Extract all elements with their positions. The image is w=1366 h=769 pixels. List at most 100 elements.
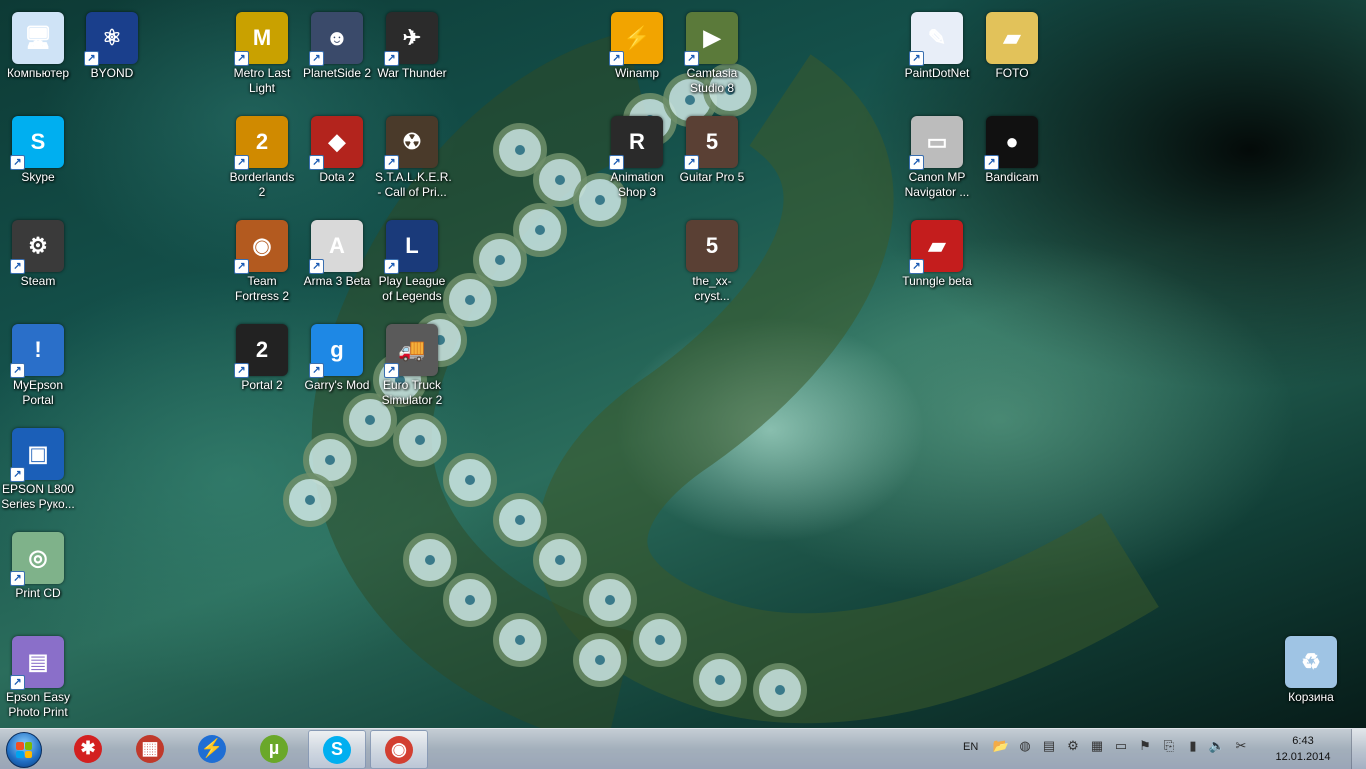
desktop-shortcut[interactable]: ◎ ↗ Print CD <box>0 526 76 601</box>
folder-tray-icon[interactable]: 📂 <box>992 737 1010 755</box>
desktop-shortcut[interactable]: 5 ↗ Guitar Pro 5 <box>674 110 750 185</box>
tentacle-sucker-center <box>655 635 665 645</box>
desktop-shortcut-label: Euro Truck Simulator 2 <box>381 378 443 407</box>
network-tray-icon[interactable]: ◍ <box>1016 737 1034 755</box>
taskbar-app-red[interactable]: ✱ <box>60 730 116 767</box>
tool-tray-icon[interactable]: ✂ <box>1232 737 1250 755</box>
desktop-shortcut[interactable]: ✎ ↗ PaintDotNet <box>899 6 975 81</box>
desktop-shortcut[interactable]: ! ↗ MyEpson Portal <box>0 318 76 408</box>
desktop-shortcut[interactable]: 2 ↗ Portal 2 <box>224 318 300 393</box>
desktop-shortcut[interactable]: ⚙ ↗ Steam <box>0 214 76 289</box>
planetside-icon: ☻ ↗ <box>309 12 363 66</box>
epson-photo-icon: ▤ ↗ <box>10 636 64 690</box>
recycle-bin-icon: ♻ <box>1285 636 1337 688</box>
tentacle-sucker-center <box>595 655 605 665</box>
desktop-shortcut-label: Garry's Mod <box>304 378 370 392</box>
shortcut-arrow-icon: ↗ <box>10 259 25 274</box>
volume-tray-icon[interactable]: 🔈 <box>1208 737 1226 755</box>
computer-icon: 🖥 <box>12 12 64 64</box>
start-button[interactable] <box>4 731 44 768</box>
shortcut-arrow-icon: ↗ <box>234 51 249 66</box>
tentacle-sucker-center <box>365 415 375 425</box>
tentacle-sucker-center <box>325 455 335 465</box>
skype-icon: S <box>323 735 351 764</box>
desktop-shortcut-label: Компьютер <box>6 66 70 80</box>
desktop-shortcut-label: Arma 3 Beta <box>303 274 371 288</box>
taskbar-app-skype[interactable]: S <box>308 730 366 769</box>
red-icon: ✱ <box>74 734 102 763</box>
desktop-shortcut[interactable]: ✈ ↗ War Thunder <box>374 6 450 81</box>
animation-shop-icon: R ↗ <box>609 116 663 170</box>
desktop-shortcut[interactable]: R ↗ Animation Shop 3 <box>599 110 675 200</box>
desktop-shortcut-label: Tunngle beta <box>902 274 972 288</box>
shortcut-arrow-icon: ↗ <box>684 155 699 170</box>
desktop-shortcut[interactable]: ▰ FOTO <box>974 6 1050 81</box>
desktop-shortcut[interactable]: ☢ ↗ S.T.A.L.K.E.R. - Call of Pri... <box>374 110 452 200</box>
show-desktop-button[interactable] <box>1351 729 1366 769</box>
signal-tray-icon[interactable]: ▮ <box>1184 737 1202 755</box>
desktop-shortcut-label: S.T.A.L.K.E.R. - Call of Pri... <box>375 170 452 199</box>
desktop-shortcut[interactable]: g ↗ Garry's Mod <box>299 318 375 393</box>
desktop-shortcut[interactable]: 2 ↗ Borderlands 2 <box>224 110 300 200</box>
monitor-tray-icon[interactable]: ▭ <box>1112 737 1130 755</box>
taskbar-app-utorrent[interactable]: µ <box>246 730 302 767</box>
desktop-shortcut-label: Корзина <box>1288 690 1334 704</box>
shortcut-arrow-icon: ↗ <box>309 363 324 378</box>
calendar-icon: ▦ <box>136 734 164 763</box>
tentacle-sucker-center <box>415 435 425 445</box>
shortcut-arrow-icon: ↗ <box>384 51 399 66</box>
desktop-shortcut[interactable]: ▤ ↗ Epson Easy Photo Print <box>0 630 76 720</box>
shortcut-arrow-icon: ↗ <box>384 259 399 274</box>
taskbar-app-calendar[interactable]: ▦ <box>122 730 178 767</box>
desktop-shortcut-label: PlanetSide 2 <box>302 66 372 80</box>
desktop-shortcut[interactable]: ⚛ ↗ BYOND <box>74 6 150 81</box>
desktop-shortcut-label: EPSON L800 Series Руко... <box>1 482 75 511</box>
epson-manual-icon: ▣ ↗ <box>10 428 64 482</box>
language-indicator[interactable]: EN <box>963 741 978 753</box>
desktop-shortcut[interactable]: ▭ ↗ Canon MP Navigator ... <box>899 110 975 200</box>
tentacle-sucker-center <box>555 555 565 565</box>
lightning-icon: ⚡ <box>198 734 226 763</box>
window-tray-icon[interactable]: ▦ <box>1088 737 1106 755</box>
tentacle-sucker-center <box>425 555 435 565</box>
taskbar-app-chrome[interactable]: ◉ <box>370 730 428 769</box>
desktop-shortcut[interactable]: L ↗ Play League of Legends <box>374 214 450 304</box>
desktop-shortcut[interactable]: ⚡ ↗ Winamp <box>599 6 675 81</box>
desktop-shortcut[interactable]: ▣ ↗ EPSON L800 Series Руко... <box>0 422 76 512</box>
desktop-shortcut[interactable]: ☻ ↗ PlanetSide 2 <box>299 6 375 81</box>
clock-time: 6:43 <box>1292 735 1314 747</box>
desktop-shortcut[interactable]: 🚚 ↗ Euro Truck Simulator 2 <box>374 318 450 408</box>
desktop-shortcut[interactable]: A ↗ Arma 3 Beta <box>299 214 375 289</box>
desktop-shortcut[interactable]: S ↗ Skype <box>0 110 76 185</box>
note-tray-icon[interactable]: ▤ <box>1040 737 1058 755</box>
desktop-shortcut-label: Bandicam <box>985 170 1039 184</box>
flag-tray-icon[interactable]: ⚑ <box>1136 737 1154 755</box>
desktop-shortcut[interactable]: 🖥 Компьютер <box>0 6 76 81</box>
taskbar-app-lightning[interactable]: ⚡ <box>184 730 240 767</box>
shortcut-arrow-icon: ↗ <box>10 675 25 690</box>
desktop-shortcut-label: MyEpson Portal <box>12 378 64 407</box>
chrome-icon: ◉ <box>385 735 413 764</box>
desktop-shortcut[interactable]: 5 the_xx-cryst... <box>674 214 750 304</box>
desktop-shortcut[interactable]: ◆ ↗ Dota 2 <box>299 110 375 185</box>
guitar-pro-icon: 5 ↗ <box>684 116 738 170</box>
shortcut-arrow-icon: ↗ <box>609 51 624 66</box>
shortcut-arrow-icon: ↗ <box>909 51 924 66</box>
usb-tray-icon[interactable]: ⎘ <box>1160 737 1178 755</box>
desktop-shortcut[interactable]: ▰ ↗ Tunngle beta <box>899 214 975 289</box>
desktop-shortcut[interactable]: ▶ ↗ Camtasia Studio 8 <box>674 6 750 96</box>
desktop-shortcut[interactable]: M ↗ Metro Last Light <box>224 6 300 96</box>
shortcut-arrow-icon: ↗ <box>10 363 25 378</box>
tunngle-icon: ▰ ↗ <box>909 220 963 274</box>
lol-icon: L ↗ <box>384 220 438 274</box>
desktop-shortcut-label: Play League of Legends <box>378 274 446 303</box>
clock[interactable]: 6:43 12.01.2014 <box>1262 733 1344 765</box>
desktop-shortcut[interactable]: ◉ ↗ Team Fortress 2 <box>224 214 300 304</box>
steam-tray-icon[interactable]: ⚙ <box>1064 737 1082 755</box>
desktop-shortcut[interactable]: ♻ Корзина <box>1273 630 1349 705</box>
desktop-shortcut-label: PaintDotNet <box>904 66 970 80</box>
desktop-shortcut-label: Animation Shop 3 <box>610 170 664 199</box>
desktop-shortcut[interactable]: ● ↗ Bandicam <box>974 110 1050 185</box>
tentacle-sucker-center <box>515 145 525 155</box>
tentacle-sucker-center <box>605 595 615 605</box>
